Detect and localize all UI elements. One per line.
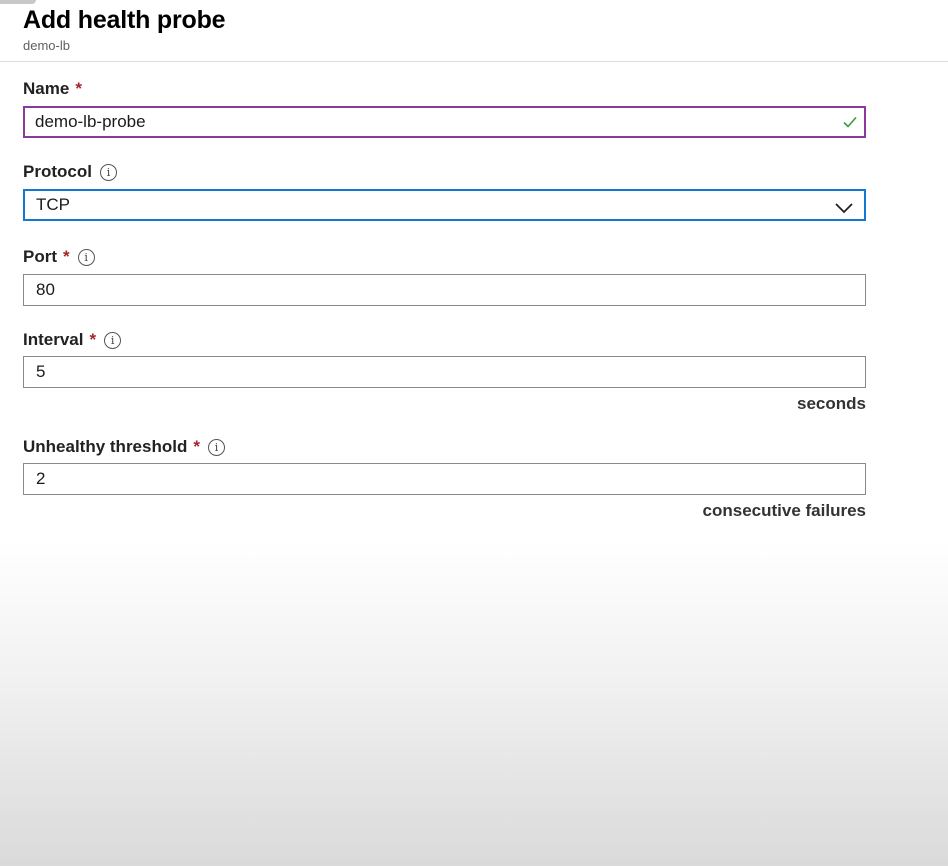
interval-input-value: 5 bbox=[36, 362, 46, 381]
protocol-select-value: TCP bbox=[36, 195, 70, 214]
unhealthy-threshold-unit: consecutive failures bbox=[702, 501, 866, 520]
port-label: Port * i bbox=[23, 247, 95, 267]
unhealthy-threshold-label: Unhealthy threshold * i bbox=[23, 437, 225, 457]
interval-info-icon[interactable]: i bbox=[104, 331, 122, 349]
port-input[interactable]: 80 bbox=[23, 274, 866, 306]
page-subtitle: demo-lb bbox=[23, 38, 70, 53]
unhealthy-threshold-input-value: 2 bbox=[36, 469, 46, 488]
interval-label: Interval * i bbox=[23, 330, 122, 350]
name-input[interactable]: demo-lb-probe bbox=[23, 106, 866, 138]
unhealthy-threshold-input[interactable]: 2 bbox=[23, 463, 866, 495]
page-title: Add health probe bbox=[23, 6, 226, 34]
interval-required-mark: * bbox=[89, 330, 97, 349]
unhealthy-threshold-required-mark: * bbox=[193, 437, 200, 456]
interval-unit: seconds bbox=[797, 394, 866, 413]
protocol-label: Protocol i bbox=[23, 162, 117, 182]
interval-label-text: Interval bbox=[23, 330, 84, 349]
protocol-info-icon[interactable]: i bbox=[99, 163, 117, 181]
port-required-mark: * bbox=[63, 247, 70, 266]
port-input-value: 80 bbox=[36, 280, 55, 299]
name-input-value: demo-lb-probe bbox=[35, 112, 146, 131]
unhealthy-threshold-info-icon[interactable]: i bbox=[207, 438, 225, 456]
interval-input[interactable]: 5 bbox=[23, 356, 866, 388]
chevron-down-icon[interactable] bbox=[835, 199, 853, 219]
name-label: Name * bbox=[23, 79, 82, 99]
unhealthy-threshold-label-text: Unhealthy threshold bbox=[23, 437, 188, 456]
name-label-text: Name bbox=[23, 79, 70, 98]
name-required-mark: * bbox=[75, 79, 82, 98]
check-icon bbox=[842, 114, 858, 135]
blade-header: Add health probe demo-lb bbox=[0, 0, 948, 62]
port-info-icon[interactable]: i bbox=[77, 248, 95, 266]
protocol-select[interactable]: TCP bbox=[23, 189, 866, 221]
port-label-text: Port bbox=[23, 247, 57, 266]
protocol-label-text: Protocol bbox=[23, 162, 92, 181]
